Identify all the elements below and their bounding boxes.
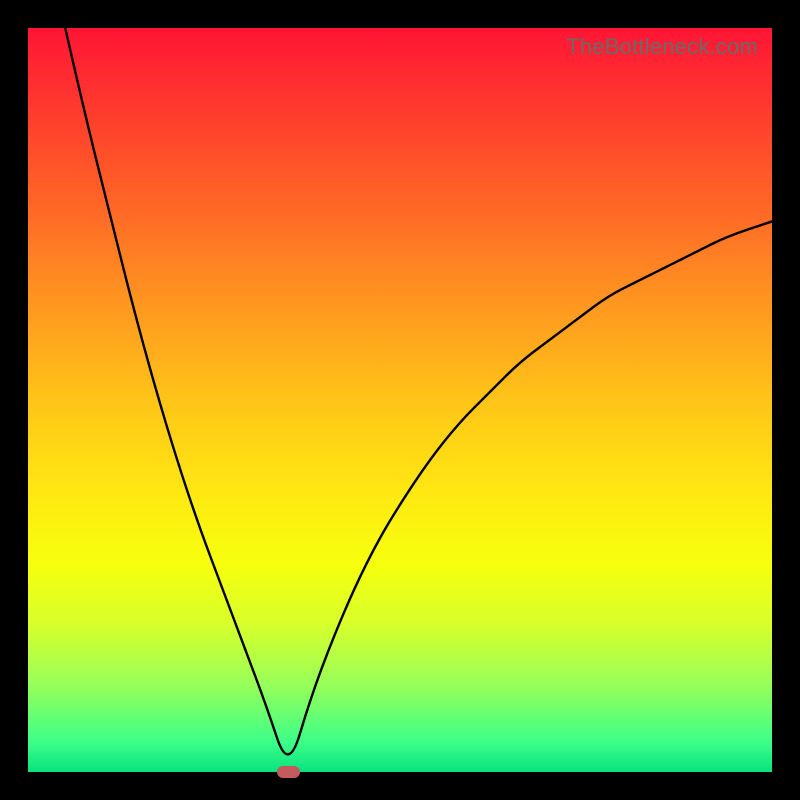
chart-plot-area: TheBottleneck.com xyxy=(28,28,772,772)
bottleneck-curve xyxy=(28,28,772,772)
chart-frame: TheBottleneck.com xyxy=(0,0,800,800)
bottleneck-marker xyxy=(277,766,301,778)
